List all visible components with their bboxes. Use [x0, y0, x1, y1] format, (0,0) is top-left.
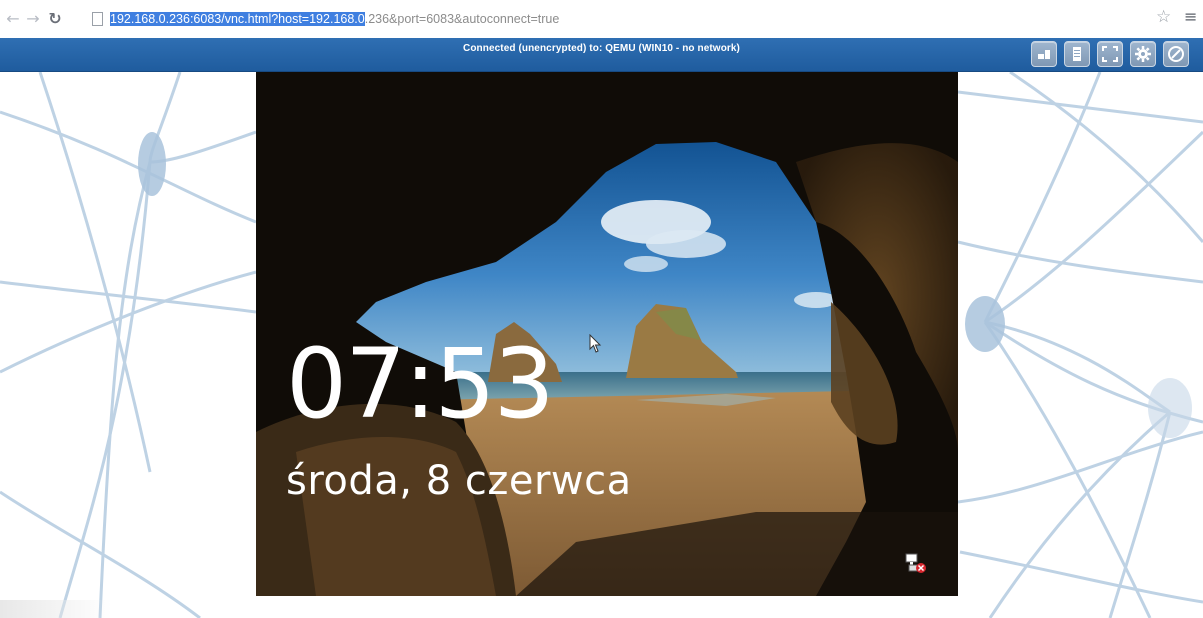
- url-rest-text: .236&port=6083&autoconnect=true: [364, 12, 560, 26]
- browser-toolbar: ← → ↻ 192.168.0.236:6083/vnc.html?host=1…: [0, 0, 1203, 42]
- bookmark-star-icon[interactable]: ☆: [1156, 8, 1171, 26]
- page-edge-shadow: [0, 600, 112, 618]
- fullscreen-icon: [1102, 46, 1118, 62]
- url-text[interactable]: 192.168.0.236:6083/vnc.html?host=192.168…: [110, 11, 559, 27]
- page-icon: [92, 12, 103, 26]
- address-bar[interactable]: 192.168.0.236:6083/vnc.html?host=192.168…: [86, 8, 1152, 30]
- connection-status-text: Connected (unencrypted) to: QEMU (WIN10 …: [463, 43, 740, 54]
- network-disconnected-icon[interactable]: [905, 552, 927, 574]
- forward-button[interactable]: →: [24, 10, 42, 28]
- vnc-status-bar: Connected (unencrypted) to: QEMU (WIN10 …: [0, 38, 1203, 72]
- lockscreen-clock: 07:53: [286, 328, 555, 440]
- reload-button[interactable]: ↻: [46, 10, 64, 28]
- clipboard-button[interactable]: [1064, 41, 1090, 67]
- url-selected-text: 192.168.0.236:6083/vnc.html?host=192.168…: [110, 12, 365, 26]
- disconnect-icon: [1168, 46, 1184, 62]
- gear-icon: [1135, 46, 1151, 62]
- clipboard-icon: [1073, 47, 1081, 61]
- lockscreen-date: środa, 8 czerwca: [286, 458, 632, 504]
- settings-button[interactable]: [1130, 41, 1156, 67]
- hamburger-menu-icon[interactable]: ≡: [1184, 8, 1197, 26]
- fullscreen-button[interactable]: [1097, 41, 1123, 67]
- disconnect-button[interactable]: [1163, 41, 1189, 67]
- back-button[interactable]: ←: [4, 10, 22, 28]
- keys-icon: [1038, 50, 1050, 59]
- vnc-remote-screen[interactable]: 07:53 środa, 8 czerwca: [256, 72, 958, 596]
- mouse-cursor-icon: [589, 334, 602, 353]
- send-keys-button[interactable]: [1031, 41, 1057, 67]
